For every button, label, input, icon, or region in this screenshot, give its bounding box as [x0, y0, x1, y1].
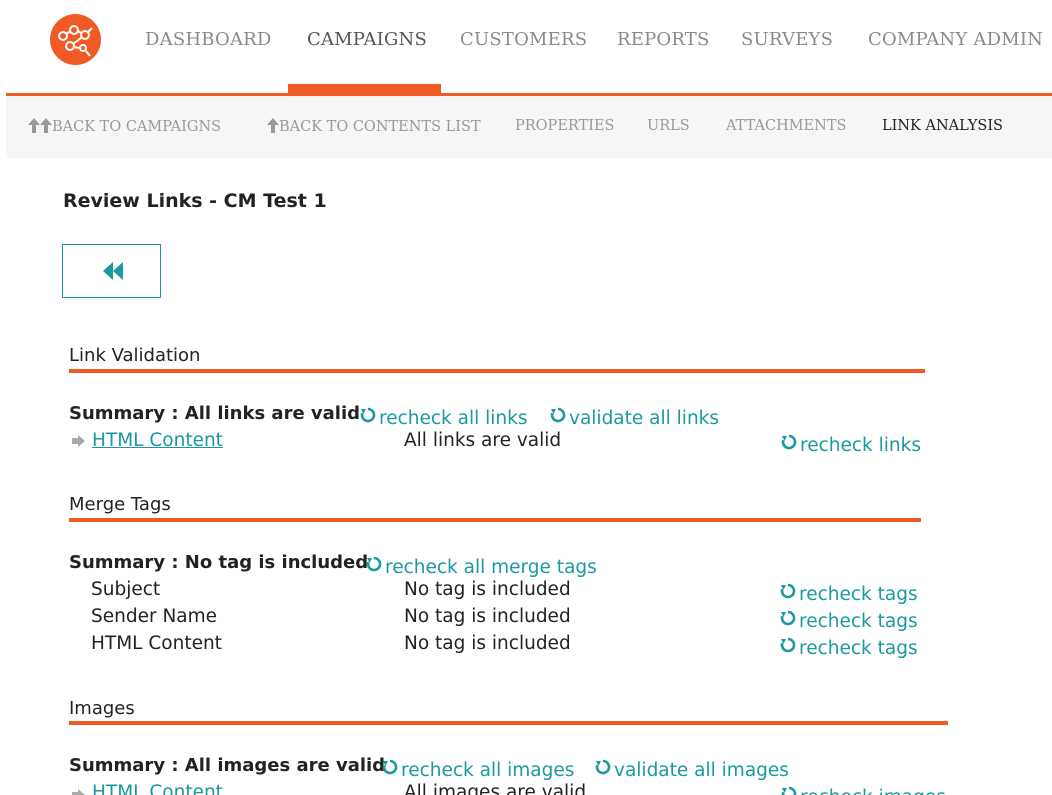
subnav-properties[interactable]: PROPERTIES	[515, 118, 614, 134]
section-divider	[69, 518, 921, 522]
back-to-contents-link[interactable]: BACK TO CONTENTS LIST	[267, 118, 481, 135]
recheck-tags-label: recheck tags	[799, 584, 918, 605]
arrow-right-icon	[72, 435, 85, 447]
back-to-campaigns-link[interactable]: BACK TO CAMPAIGNS	[28, 118, 221, 135]
subnav-attachments[interactable]: ATTACHMENTS	[726, 118, 846, 134]
merge-row-label: Sender Name	[91, 606, 218, 627]
back-to-contents-label: BACK TO CONTENTS LIST	[279, 119, 481, 135]
refresh-icon	[780, 637, 796, 653]
link-status-value: All links are valid	[404, 430, 562, 451]
active-tab-indicator	[288, 84, 441, 93]
arrow-up-icon	[267, 118, 279, 133]
merge-tags-summary: Summary : No tag is included	[69, 552, 369, 573]
recheck-all-merge-tags-button[interactable]: recheck all merge tags	[366, 556, 597, 578]
arrow-up-icon	[40, 118, 52, 133]
images-title: Images	[69, 698, 135, 719]
recheck-tags-button[interactable]: recheck tags	[780, 610, 918, 632]
nav-surveys[interactable]: SURVEYS	[741, 29, 833, 50]
arrow-up-icon	[28, 118, 40, 133]
refresh-icon	[366, 556, 382, 572]
validate-all-images-label: validate all images	[614, 760, 789, 781]
recheck-tags-label: recheck tags	[799, 638, 918, 659]
back-to-campaigns-label: BACK TO CAMPAIGNS	[52, 119, 222, 135]
recheck-tags-button[interactable]: recheck tags	[780, 583, 918, 605]
merge-row-value: No tag is included	[404, 633, 571, 654]
recheck-all-images-label: recheck all images	[401, 760, 575, 781]
nav-company-admin[interactable]: COMPANY ADMIN	[868, 29, 1043, 50]
refresh-icon	[780, 583, 796, 599]
double-chevron-left-icon	[103, 262, 123, 280]
company-logo[interactable]	[50, 14, 101, 65]
section-divider	[69, 721, 948, 725]
merge-row-value: No tag is included	[404, 579, 571, 600]
subnav-urls[interactable]: URLS	[647, 118, 690, 134]
recheck-links-button[interactable]: recheck links	[781, 434, 921, 456]
html-content-link[interactable]: HTML Content	[92, 782, 223, 795]
refresh-icon	[595, 759, 611, 775]
nav-reports[interactable]: REPORTS	[617, 29, 710, 50]
refresh-icon	[550, 407, 566, 423]
page-title: Review Links - CM Test 1	[63, 190, 327, 212]
merge-row-label: Subject	[91, 579, 161, 600]
merge-row-value: No tag is included	[404, 606, 571, 627]
arrow-right-icon	[72, 789, 85, 795]
refresh-icon	[360, 407, 376, 423]
back-button[interactable]	[62, 244, 161, 298]
images-summary: Summary : All images are valid	[69, 755, 386, 776]
link-validation-title: Link Validation	[69, 345, 201, 366]
html-content-link[interactable]: HTML Content	[92, 430, 223, 451]
recheck-all-links-label: recheck all links	[379, 408, 528, 429]
refresh-icon	[780, 610, 796, 626]
recheck-images-button[interactable]: recheck images	[781, 786, 946, 795]
refresh-icon	[781, 434, 797, 450]
section-divider	[69, 369, 925, 373]
recheck-all-images-button[interactable]: recheck all images	[382, 759, 575, 781]
subnav-link-analysis[interactable]: LINK ANALYSIS	[882, 118, 1003, 134]
refresh-icon	[382, 759, 398, 775]
nav-dashboard[interactable]: DASHBOARD	[145, 29, 272, 50]
top-navigation: DASHBOARD CAMPAIGNS CUSTOMERS REPORTS SU…	[0, 0, 1052, 96]
validate-all-links-label: validate all links	[569, 408, 720, 429]
validate-all-links-button[interactable]: validate all links	[550, 407, 720, 429]
recheck-links-label: recheck links	[800, 435, 921, 456]
recheck-tags-label: recheck tags	[799, 611, 918, 632]
recheck-images-label: recheck images	[800, 787, 946, 795]
link-summary: Summary : All links are valid	[69, 403, 361, 424]
recheck-tags-button[interactable]: recheck tags	[780, 637, 918, 659]
sub-navigation: BACK TO CAMPAIGNS BACK TO CONTENTS LIST …	[6, 96, 1052, 158]
refresh-icon	[781, 786, 797, 795]
image-status-value: All images are valid	[404, 782, 587, 795]
merge-row-label: HTML Content	[91, 633, 222, 654]
recheck-all-links-button[interactable]: recheck all links	[360, 407, 528, 429]
network-logo-icon	[58, 25, 93, 57]
merge-tags-title: Merge Tags	[69, 494, 171, 515]
validate-all-images-button[interactable]: validate all images	[595, 759, 789, 781]
nav-customers[interactable]: CUSTOMERS	[460, 29, 587, 50]
recheck-all-merge-tags-label: recheck all merge tags	[385, 557, 597, 578]
nav-campaigns[interactable]: CAMPAIGNS	[307, 29, 427, 50]
